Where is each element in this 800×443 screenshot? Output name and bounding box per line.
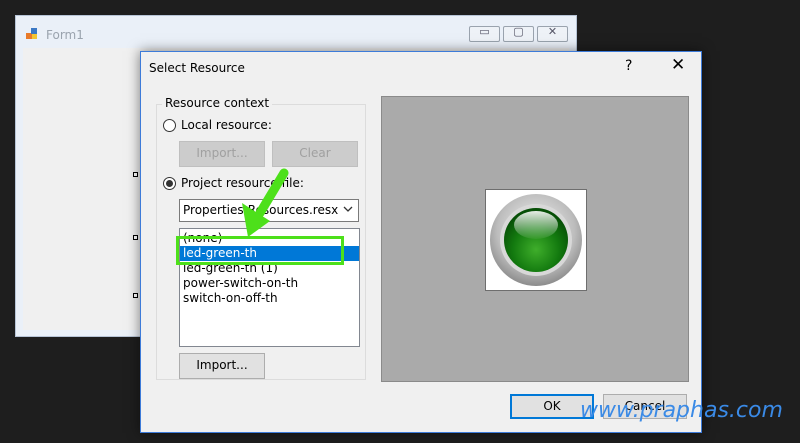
resize-handle[interactable] [133,293,138,298]
close-icon: ✕ [547,25,558,38]
green-arrow-icon [242,168,289,237]
radio-selected-dot [166,180,173,187]
project-resource-radio[interactable] [163,177,176,190]
form1-minimize-button[interactable]: ▭ [469,25,500,42]
watermark-text: www.praphas.com [580,398,783,423]
help-button[interactable]: ? [625,58,632,74]
list-item[interactable]: power-switch-on-th [180,276,359,291]
form1-close-button[interactable]: ✕ [537,25,568,42]
led-green-icon [490,194,582,286]
resource-context-label: Resource context [162,96,273,110]
list-item[interactable]: switch-on-off-th [180,291,359,306]
dialog-close-button[interactable]: ✕ [671,55,685,75]
led-green-image [485,189,587,291]
chevron-down-icon [343,206,353,212]
preview-panel [381,96,689,382]
form1-maximize-button[interactable]: ▢ [503,25,534,42]
clear-button[interactable]: Clear [272,141,358,167]
dialog-title: Select Resource [149,61,245,75]
form1-title: Form1 [46,28,84,42]
local-import-button[interactable]: Import... [179,141,265,167]
minimize-icon: ▭ [479,25,490,38]
select-resource-dialog: Select Resource ? ✕ Resource context Loc… [140,51,702,433]
resize-handle[interactable] [133,172,138,177]
highlight-box [176,236,344,265]
local-resource-label: Local resource: [181,118,272,132]
import-button[interactable]: Import... [179,353,265,379]
app-icon [26,28,37,39]
local-resource-radio[interactable] [163,119,176,132]
maximize-icon: ▢ [513,25,524,38]
resize-handle[interactable] [133,235,138,240]
